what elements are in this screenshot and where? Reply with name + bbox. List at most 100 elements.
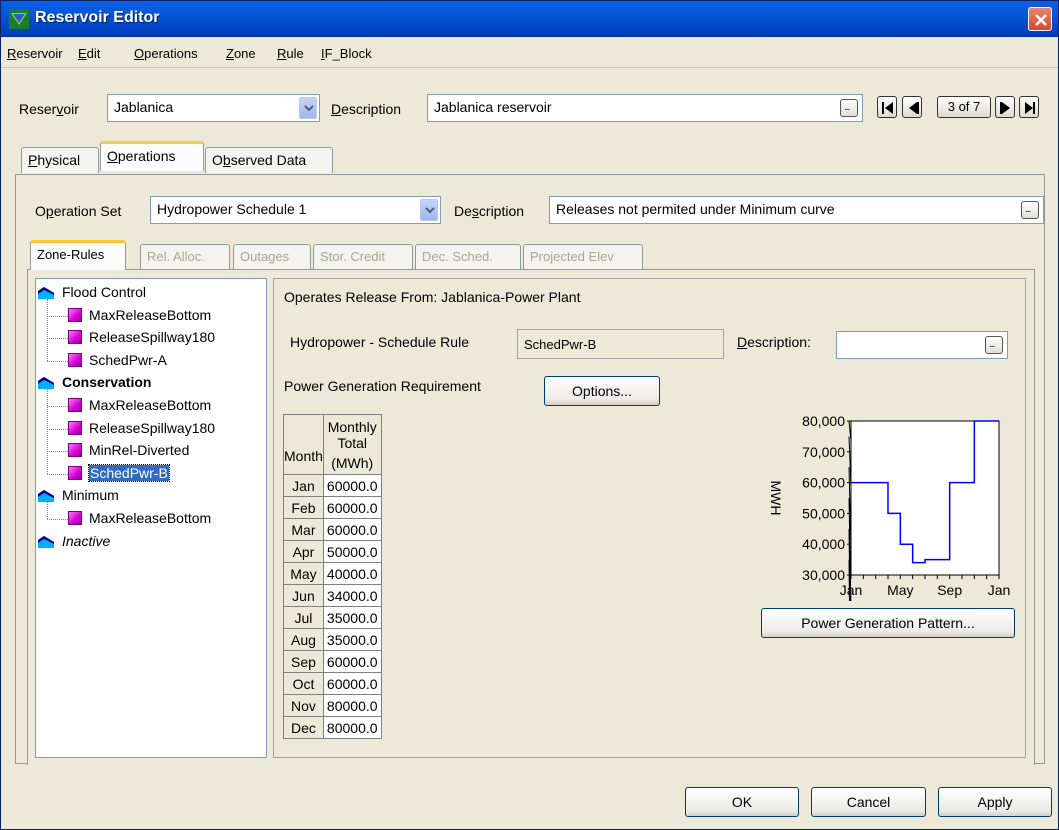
last-icon [1025, 102, 1035, 114]
tree-rule-label: MaxReleaseBottom [89, 397, 212, 413]
reservoir-description-label: Description [331, 101, 402, 117]
menu-item-2[interactable]: Operations [134, 46, 198, 61]
table-row: Nov 80000.0 [283, 694, 382, 717]
rule-icon [68, 398, 82, 412]
subtab-4[interactable]: Dec. Sched. [415, 244, 521, 269]
rule-icon [68, 352, 82, 367]
ok-button[interactable]: OK [685, 787, 799, 817]
month-cell: Nov [283, 694, 324, 717]
monthly-total-cell[interactable]: 34000.0 [322, 584, 382, 607]
close-icon [1035, 14, 1047, 26]
subtab-5[interactable]: Projected Elev [523, 244, 643, 269]
subtab-1[interactable]: Rel. Alloc. [140, 244, 230, 269]
tree-rule-label: MaxReleaseBottom [89, 510, 212, 526]
zone-icon [38, 285, 54, 299]
monthly-total-column-header: Monthly Total (MWh) [322, 414, 382, 475]
operates-release-text: Operates Release From: Jablanica-Power P… [284, 289, 581, 305]
monthly-total-cell[interactable]: 80000.0 [322, 716, 382, 739]
menu-item-3[interactable]: Zone [226, 46, 256, 61]
x-tick-label: Jan [840, 582, 863, 598]
table-row: Mar 60000.0 [283, 518, 382, 541]
month-column-header: Month [283, 414, 324, 475]
title-bar[interactable]: Reservoir Editor [1, 1, 1058, 37]
rule-icon [68, 443, 82, 458]
menu-item-0[interactable]: Reservoir [7, 46, 63, 61]
table-row: May 40000.0 [283, 562, 382, 585]
monthly-total-cell[interactable]: 60000.0 [322, 518, 382, 541]
x-tick-label: Jan [988, 582, 1011, 598]
y-tick-label: 50,000 [802, 505, 845, 521]
ellipsis-button[interactable]: ... [985, 336, 1003, 354]
subtab-0[interactable]: Zone-Rules [30, 240, 126, 270]
ellipsis-button[interactable]: ... [840, 99, 858, 117]
monthly-total-cell[interactable]: 35000.0 [322, 628, 382, 651]
ellipsis-button[interactable]: ... [1021, 201, 1039, 219]
power-requirement-label: Power Generation Requirement [284, 378, 481, 394]
subtab-3[interactable]: Stor. Credit [313, 244, 413, 269]
table-row: Dec 80000.0 [283, 716, 382, 739]
month-cell: Mar [283, 518, 324, 541]
tree-group-label: Inactive [62, 532, 111, 549]
last-record-button[interactable] [1019, 96, 1039, 118]
tree-group-label: Conservation [62, 374, 152, 391]
power-generation-pattern-button[interactable]: Power Generation Pattern... [761, 608, 1015, 638]
menu-item-1[interactable]: Edit [78, 46, 100, 61]
monthly-total-cell[interactable]: 60000.0 [322, 672, 382, 695]
rule-icon [68, 420, 82, 435]
reservoir-select[interactable]: Jablanica [107, 94, 320, 122]
monthly-total-cell[interactable]: 60000.0 [322, 650, 382, 673]
record-counter: 3 of 7 [937, 96, 991, 118]
monthly-total-cell[interactable]: 60000.0 [322, 496, 382, 519]
tree-group-label: Flood Control [62, 284, 147, 300]
chevron-down-icon[interactable] [299, 97, 317, 119]
month-cell: Sep [283, 650, 324, 673]
y-axis-label: MWH [768, 481, 784, 516]
reservoir-description-field[interactable]: Jablanica reservoir ... [427, 94, 863, 122]
previous-record-button[interactable] [902, 96, 922, 118]
tab-2[interactable]: Observed Data [205, 147, 333, 173]
operation-set-description-field[interactable]: Releases not permited under Minimum curv… [549, 196, 1044, 224]
tree-rule-label: SchedPwr-A [89, 351, 167, 368]
table-row: Oct 60000.0 [283, 672, 382, 695]
rule-icon [68, 465, 82, 480]
monthly-total-cell[interactable]: 60000.0 [322, 474, 382, 497]
tab-0[interactable]: Physical [21, 147, 99, 173]
tree-group-label: Minimum [62, 487, 119, 504]
month-cell: Dec [283, 716, 324, 739]
menu-item-4[interactable]: Rule [277, 46, 304, 61]
tree-rule-label: ReleaseSpillway180 [89, 329, 216, 346]
month-cell: Aug [283, 628, 324, 651]
first-record-button[interactable] [877, 96, 897, 118]
options-button[interactable]: Options... [544, 376, 660, 406]
table-row: Feb 60000.0 [283, 496, 382, 519]
rule-description-label: Description: [737, 334, 811, 350]
y-tick-label: 80,000 [802, 413, 845, 429]
month-cell: Oct [283, 672, 324, 695]
next-record-button[interactable] [995, 96, 1015, 118]
cancel-button[interactable]: Cancel [811, 787, 926, 817]
x-tick-label: Sep [937, 582, 962, 598]
tab-1[interactable]: Operations [100, 141, 204, 171]
month-cell: Jan [283, 474, 324, 497]
rule-description-field[interactable]: ... [836, 331, 1008, 359]
month-cell: Feb [283, 496, 324, 519]
chevron-down-icon[interactable] [420, 199, 438, 221]
operation-set-description-label: Description [454, 203, 525, 219]
power-generation-chart: 30,000 40,000 50,000 60,000 70,000 80,000 Jan M… [768, 413, 1011, 601]
apply-button[interactable]: Apply [938, 787, 1052, 817]
monthly-total-cell[interactable]: 50000.0 [322, 540, 382, 563]
monthly-total-cell[interactable]: 80000.0 [322, 694, 382, 717]
monthly-total-cell[interactable]: 40000.0 [322, 562, 382, 585]
operation-set-select[interactable]: Hydropower Schedule 1 [150, 196, 441, 224]
table-row: Jul 35000.0 [283, 606, 382, 629]
zone-icon [38, 488, 54, 503]
tree-rule-label: MinRel-Diverted [89, 442, 190, 459]
menu-item-5[interactable]: IF_Block [321, 46, 372, 61]
monthly-total-cell[interactable]: 35000.0 [322, 606, 382, 629]
previous-icon [909, 102, 919, 114]
subtab-2[interactable]: Outages [233, 244, 311, 269]
reservoir-editor-window: Reservoir Editor Reservoir Edit Operations… [0, 0, 1059, 830]
close-button[interactable] [1028, 7, 1052, 31]
zone-rule-tree[interactable]: Flood Control MaxReleaseBottom ReleaseSpil… [35, 278, 267, 758]
reservoir-label: Reservoir [19, 101, 79, 117]
